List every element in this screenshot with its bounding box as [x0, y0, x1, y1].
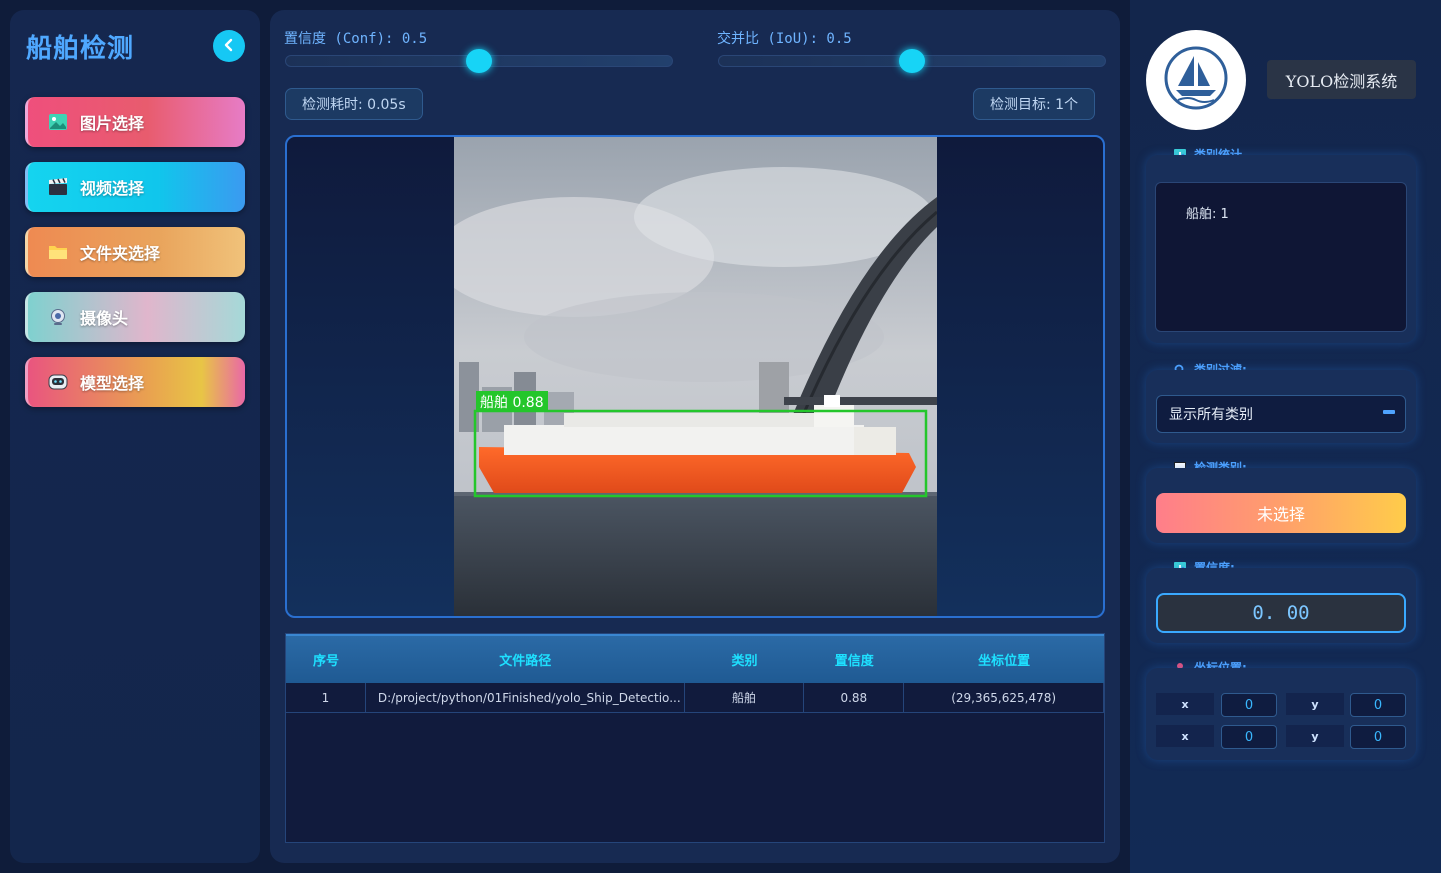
- camera-button[interactable]: 摄像头: [25, 292, 245, 342]
- coord-card: x 0 y 0 x 0 y 0: [1146, 668, 1416, 760]
- filter-card: 显示所有类别: [1146, 370, 1416, 443]
- class-card: 未选择: [1146, 468, 1416, 543]
- cell-path: D:/project/python/01Finished/yolo_Ship_D…: [366, 683, 685, 712]
- conf-slider[interactable]: [285, 49, 673, 73]
- main-panel: 置信度 (Conf): 0.5 交并比 (IoU): 0.5 检测耗时: 0.0…: [270, 10, 1120, 863]
- col-class-header: 类别: [731, 654, 758, 669]
- conf-card: 0. 00: [1146, 568, 1416, 643]
- col-coord-header: 坐标位置: [978, 654, 1031, 669]
- camera-label: 摄像头: [80, 309, 129, 328]
- cell-index: 1: [286, 683, 366, 712]
- image-icon: [48, 112, 68, 132]
- table-row[interactable]: 1 D:/project/python/01Finished/yolo_Ship…: [286, 683, 1105, 713]
- col-index-header: 序号: [312, 654, 339, 669]
- video-select-label: 视频选择: [80, 179, 145, 198]
- class-filter-select[interactable]: 显示所有类别: [1156, 395, 1406, 433]
- model-select-label: 模型选择: [80, 374, 145, 393]
- robot-icon: [48, 372, 68, 392]
- model-select-button[interactable]: 模型选择: [25, 357, 245, 407]
- xmin-label: x: [1156, 693, 1214, 715]
- xmax-field[interactable]: 0: [1221, 725, 1277, 749]
- folder-icon: [48, 242, 68, 262]
- folder-select-label: 文件夹选择: [80, 244, 161, 263]
- table-header: 序号 文件路径 类别 置信度 坐标位置: [286, 634, 1104, 683]
- results-table: 序号 文件路径 类别 置信度 坐标位置 1 D:/project/python/…: [285, 633, 1105, 843]
- ymax-field[interactable]: 0: [1350, 725, 1406, 749]
- ymin-label: y: [1286, 693, 1344, 715]
- detection-count: 检测目标: 1个: [973, 88, 1096, 120]
- system-title: YOLO检测系统: [1267, 60, 1416, 99]
- chevron-left-icon: [222, 37, 236, 56]
- stats-box: 船舶: 1: [1155, 182, 1407, 332]
- image-viewer: 船舶 0.88: [285, 135, 1105, 618]
- image-select-button[interactable]: 图片选择: [25, 97, 245, 147]
- webcam-icon: [48, 307, 68, 327]
- stats-card: 船舶: 1: [1146, 155, 1416, 343]
- xmax-label: x: [1156, 725, 1214, 747]
- video-select-button[interactable]: 视频选择: [25, 162, 245, 212]
- ship-photo: [454, 137, 937, 616]
- xmin-field[interactable]: 0: [1221, 693, 1277, 717]
- clapper-icon: [48, 177, 68, 197]
- conf-slider-label: 置信度 (Conf): 0.5: [284, 31, 428, 47]
- confidence-value: 0. 00: [1156, 593, 1406, 633]
- sailboat-logo-icon: [1164, 46, 1228, 114]
- iou-slider[interactable]: [718, 49, 1106, 73]
- detection-label: 船舶 0.88: [476, 391, 548, 412]
- conf-slider-thumb[interactable]: [466, 49, 492, 73]
- class-filter-value: 显示所有类别: [1169, 407, 1253, 423]
- app-title: 船舶检测: [26, 34, 135, 64]
- cell-coord: (29,365,625,478): [904, 683, 1105, 712]
- col-path-header: 文件路径: [499, 654, 552, 669]
- collapse-sidebar-button[interactable]: [213, 30, 245, 62]
- detection-time: 检测耗时: 0.05s: [285, 88, 423, 120]
- col-conf-header: 置信度: [834, 654, 874, 669]
- image-select-label: 图片选择: [80, 114, 145, 133]
- dropdown-icon: [1383, 410, 1395, 414]
- logo: [1146, 30, 1246, 130]
- ymin-field[interactable]: 0: [1350, 693, 1406, 717]
- detected-class-button[interactable]: 未选择: [1156, 493, 1406, 533]
- sidebar: 船舶检测 图片选择 视频选择 文件夹选择 摄像头 模型选择: [10, 10, 260, 863]
- iou-slider-thumb[interactable]: [899, 49, 925, 73]
- cell-class: 船舶: [685, 683, 805, 712]
- folder-select-button[interactable]: 文件夹选择: [25, 227, 245, 277]
- right-panel: YOLO检测系统 类别统计 船舶: 1 类别过滤: 显示所有类别 检测类别: 未…: [1130, 0, 1441, 873]
- cell-conf: 0.88: [804, 683, 905, 712]
- ymax-label: y: [1286, 725, 1344, 747]
- iou-slider-label: 交并比 (IoU): 0.5: [717, 31, 852, 47]
